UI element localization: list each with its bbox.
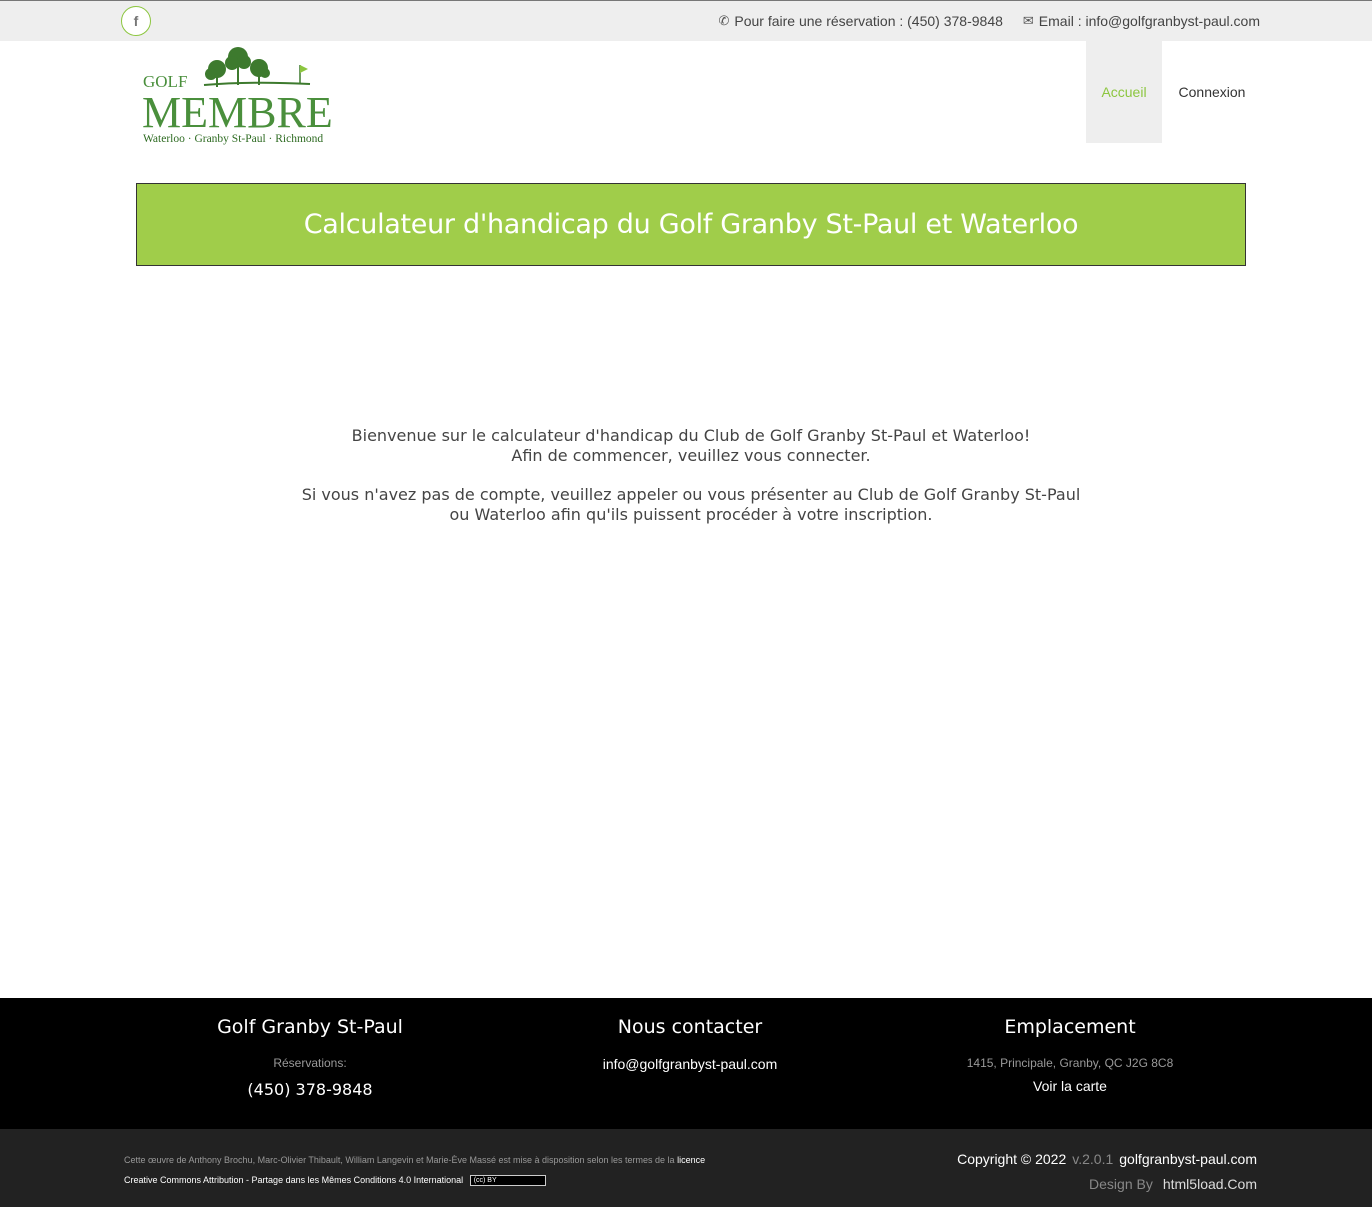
logo-membre-text: MEMBRE — [142, 88, 333, 137]
copyright-line: Copyright © 2022 v.2.0.1 golfgranbyst-paul… — [957, 1151, 1257, 1167]
footer-location-title: Emplacement — [1004, 1016, 1136, 1038]
footer-col-contact: Nous contacter info@golfgranbyst-paul.co… — [510, 1016, 870, 1072]
phone-icon: ✆ — [718, 13, 730, 28]
license-notice: Cette œuvre de Anthony Brochu, Marc-Oliv… — [124, 1150, 705, 1190]
license-line-1: Cette œuvre de Anthony Brochu, Marc-Oliv… — [124, 1150, 705, 1170]
header: GOLF MEMBRE Waterloo · Granby St-Paul · … — [0, 41, 1372, 145]
footer-address: 1415, Principale, Granby, QC J2G 8C8 — [966, 1056, 1174, 1070]
welcome-line-3: Si vous n'avez pas de compte, veuillez a… — [301, 485, 1081, 504]
main-nav: Accueil Connexion — [1086, 41, 1262, 143]
version-text: v.2.0.1 — [1072, 1151, 1114, 1167]
footer: Golf Granby St-Paul Réservations: (450) … — [0, 998, 1372, 1129]
footer-map-link[interactable]: Voir la carte — [890, 1078, 1250, 1094]
footer-reservations-label: Réservations: — [273, 1056, 347, 1070]
welcome-paragraph-2: Si vous n'avez pas de compte, veuillez a… — [136, 485, 1246, 525]
site-logo[interactable]: GOLF MEMBRE Waterloo · Granby St-Paul · … — [142, 43, 338, 145]
cc-by-badge-icon[interactable]: (cc) BY — [469, 1175, 546, 1187]
welcome-message: Bienvenue sur le calculateur d'handicap … — [136, 426, 1246, 544]
footer-email-link[interactable]: info@golfgranbyst-paul.com — [510, 1056, 870, 1072]
license-text: Cette œuvre de Anthony Brochu, Marc-Oliv… — [124, 1155, 675, 1165]
envelope-icon: ✉ — [1022, 13, 1034, 28]
bottom-bar: Cette œuvre de Anthony Brochu, Marc-Oliv… — [0, 1129, 1372, 1207]
copyright-text: Copyright © 2022 — [957, 1151, 1067, 1167]
design-credit: Design By html5load.Com — [957, 1176, 1257, 1192]
footer-phone[interactable]: (450) 378-9848 — [130, 1080, 490, 1099]
footer-col-location: Emplacement 1415, Principale, Granby, QC… — [890, 1016, 1250, 1094]
page-title: Calculateur d'handicap du Golf Granby St… — [303, 209, 1079, 240]
nav-item-connexion[interactable]: Connexion — [1162, 41, 1262, 143]
email-info[interactable]: ✉ Email : info@golfgranbyst-paul.com — [1023, 13, 1260, 29]
welcome-line-2: Afin de commencer, veuillez vous connect… — [511, 446, 871, 465]
logo-tagline: Waterloo · Granby St-Paul · Richmond — [143, 133, 323, 145]
welcome-line-1: Bienvenue sur le calculateur d'handicap … — [351, 426, 1031, 445]
page-banner: Calculateur d'handicap du Golf Granby St… — [136, 183, 1246, 266]
facebook-icon[interactable]: f — [121, 6, 151, 36]
email-text[interactable]: Email : info@golfgranbyst-paul.com — [1039, 13, 1260, 29]
footer-golf-title: Golf Granby St-Paul — [217, 1016, 403, 1038]
license-link[interactable]: licence — [677, 1155, 705, 1165]
top-bar: f ✆ Pour faire une réservation : (450) 3… — [0, 0, 1372, 41]
license-line-2: Creative Commons Attribution - Partage d… — [124, 1170, 705, 1190]
footer-contact-title: Nous contacter — [617, 1016, 763, 1038]
reservation-info: ✆ Pour faire une réservation : (450) 378… — [718, 13, 1002, 29]
nav-item-accueil[interactable]: Accueil — [1086, 41, 1162, 143]
top-contact: ✆ Pour faire une réservation : (450) 378… — [718, 13, 1260, 29]
welcome-paragraph-1: Bienvenue sur le calculateur d'handicap … — [136, 426, 1246, 466]
welcome-line-4: ou Waterloo afin qu'ils puissent procéde… — [449, 505, 933, 524]
design-by-label: Design By — [1089, 1176, 1153, 1192]
license-name-link[interactable]: Creative Commons Attribution - Partage d… — [124, 1175, 463, 1185]
designer-link[interactable]: html5load.Com — [1163, 1176, 1257, 1192]
footer-col-golf: Golf Granby St-Paul Réservations: (450) … — [130, 1016, 490, 1099]
reservation-text: Pour faire une réservation : (450) 378-9… — [734, 13, 1003, 29]
copyright-block: Copyright © 2022 v.2.0.1 golfgranbyst-paul… — [957, 1151, 1257, 1192]
site-link[interactable]: golfgranbyst-paul.com — [1119, 1151, 1257, 1167]
